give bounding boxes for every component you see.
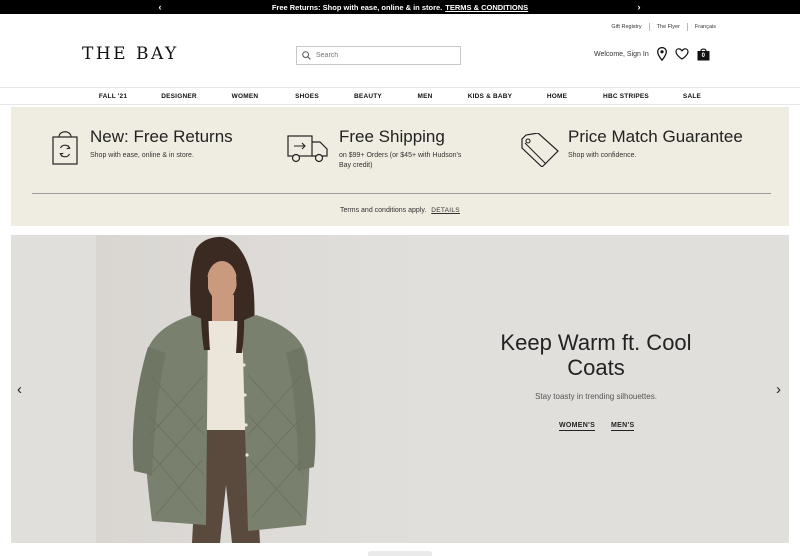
hero-model-image[interactable] <box>96 235 426 543</box>
wishlist-heart-icon[interactable] <box>675 48 689 60</box>
search-input[interactable] <box>316 52 446 59</box>
search-icon <box>302 47 311 65</box>
terms-details-link[interactable]: DETAILS <box>431 207 460 214</box>
nav-item-fall-21[interactable]: FALL '21 <box>99 93 127 100</box>
hero-subtitle: Stay toasty in trending silhouettes. <box>535 392 657 401</box>
nav-item-sale[interactable]: SALE <box>683 93 701 100</box>
benefit-subtitle: on $99+ Orders (or $45+ with Hudson's Ba… <box>339 152 462 169</box>
gift-registry-link[interactable]: Gift Registry <box>611 24 641 30</box>
store-locator-icon[interactable] <box>656 47 667 61</box>
hero-prev-arrow[interactable]: ‹ <box>17 381 22 398</box>
benefit-price-match: Price Match Guarantee Shop with confiden… <box>568 127 768 161</box>
shopping-bag-icon[interactable]: 0 <box>697 47 710 61</box>
carousel-indicator[interactable] <box>368 551 432 556</box>
hero-next-arrow[interactable]: › <box>776 381 781 398</box>
terms-text: Terms and conditions apply. <box>340 207 427 214</box>
benefit-subtitle: Shop with ease, online & in store. <box>90 152 194 159</box>
nav-item-shoes[interactable]: SHOES <box>295 93 319 100</box>
utility-links: Gift Registry The Flyer Français <box>611 23 716 31</box>
nav-item-women[interactable]: WOMEN <box>232 93 259 100</box>
benefit-free-returns: New: Free Returns Shop with ease, online… <box>90 127 260 161</box>
nav-item-home[interactable]: HOME <box>547 93 567 100</box>
benefit-free-shipping: Free Shipping on $99+ Orders (or $45+ wi… <box>339 127 469 171</box>
divider <box>648 23 650 31</box>
promo-bar: ‹ Free Returns: Shop with ease, online &… <box>0 0 800 14</box>
returns-bag-icon <box>51 127 79 172</box>
price-tag-icon <box>520 132 560 172</box>
benefit-title: Free Shipping <box>339 127 445 146</box>
benefits-divider <box>32 193 771 194</box>
bag-count-badge: 0 <box>701 53 705 59</box>
search-box[interactable] <box>296 46 461 65</box>
language-link[interactable]: Français <box>695 24 716 30</box>
terms-line: Terms and conditions apply. DETAILS <box>11 207 789 214</box>
truck-icon <box>287 134 329 169</box>
benefit-title: Price Match Guarantee <box>568 127 743 146</box>
nav-item-beauty[interactable]: BEAUTY <box>354 93 382 100</box>
nav-item-designer[interactable]: DESIGNER <box>161 93 197 100</box>
promo-next-button[interactable]: › <box>631 0 647 14</box>
hero-links: WOMEN'S MEN'S <box>559 422 650 431</box>
sign-in-link[interactable]: Welcome, Sign In <box>594 51 649 58</box>
nav-item-men[interactable]: MEN <box>417 93 432 100</box>
divider <box>686 23 688 31</box>
promo-text: Free Returns: Shop with ease, online & i… <box>271 2 443 12</box>
the-flyer-link[interactable]: The Flyer <box>657 24 680 30</box>
hero-banner: ‹ › Keep Warm ft. Cool Coats Stay toasty… <box>11 235 789 543</box>
main-navigation: FALL '21 DESIGNER WOMEN SHOES BEAUTY MEN… <box>0 87 800 105</box>
benefit-subtitle: Shop with confidence. <box>568 152 637 159</box>
benefits-panel: New: Free Returns Shop with ease, online… <box>11 107 789 226</box>
promo-prev-button[interactable]: ‹ <box>152 0 168 14</box>
header-actions: Welcome, Sign In 0 <box>594 46 718 62</box>
promo-terms-link[interactable]: TERMS & CONDITIONS <box>445 3 528 12</box>
hero-mens-link[interactable]: MEN'S <box>611 422 635 431</box>
hero-heading: Keep Warm ft. Cool Coats <box>500 330 692 380</box>
hero-womens-link[interactable]: WOMEN'S <box>559 422 596 431</box>
nav-item-kids-baby[interactable]: KIDS & BABY <box>468 93 512 100</box>
site-logo[interactable]: THE BAY <box>82 44 179 64</box>
nav-item-hbc-stripes[interactable]: HBC STRIPES <box>603 93 649 100</box>
benefit-title: New: Free Returns <box>90 127 233 146</box>
